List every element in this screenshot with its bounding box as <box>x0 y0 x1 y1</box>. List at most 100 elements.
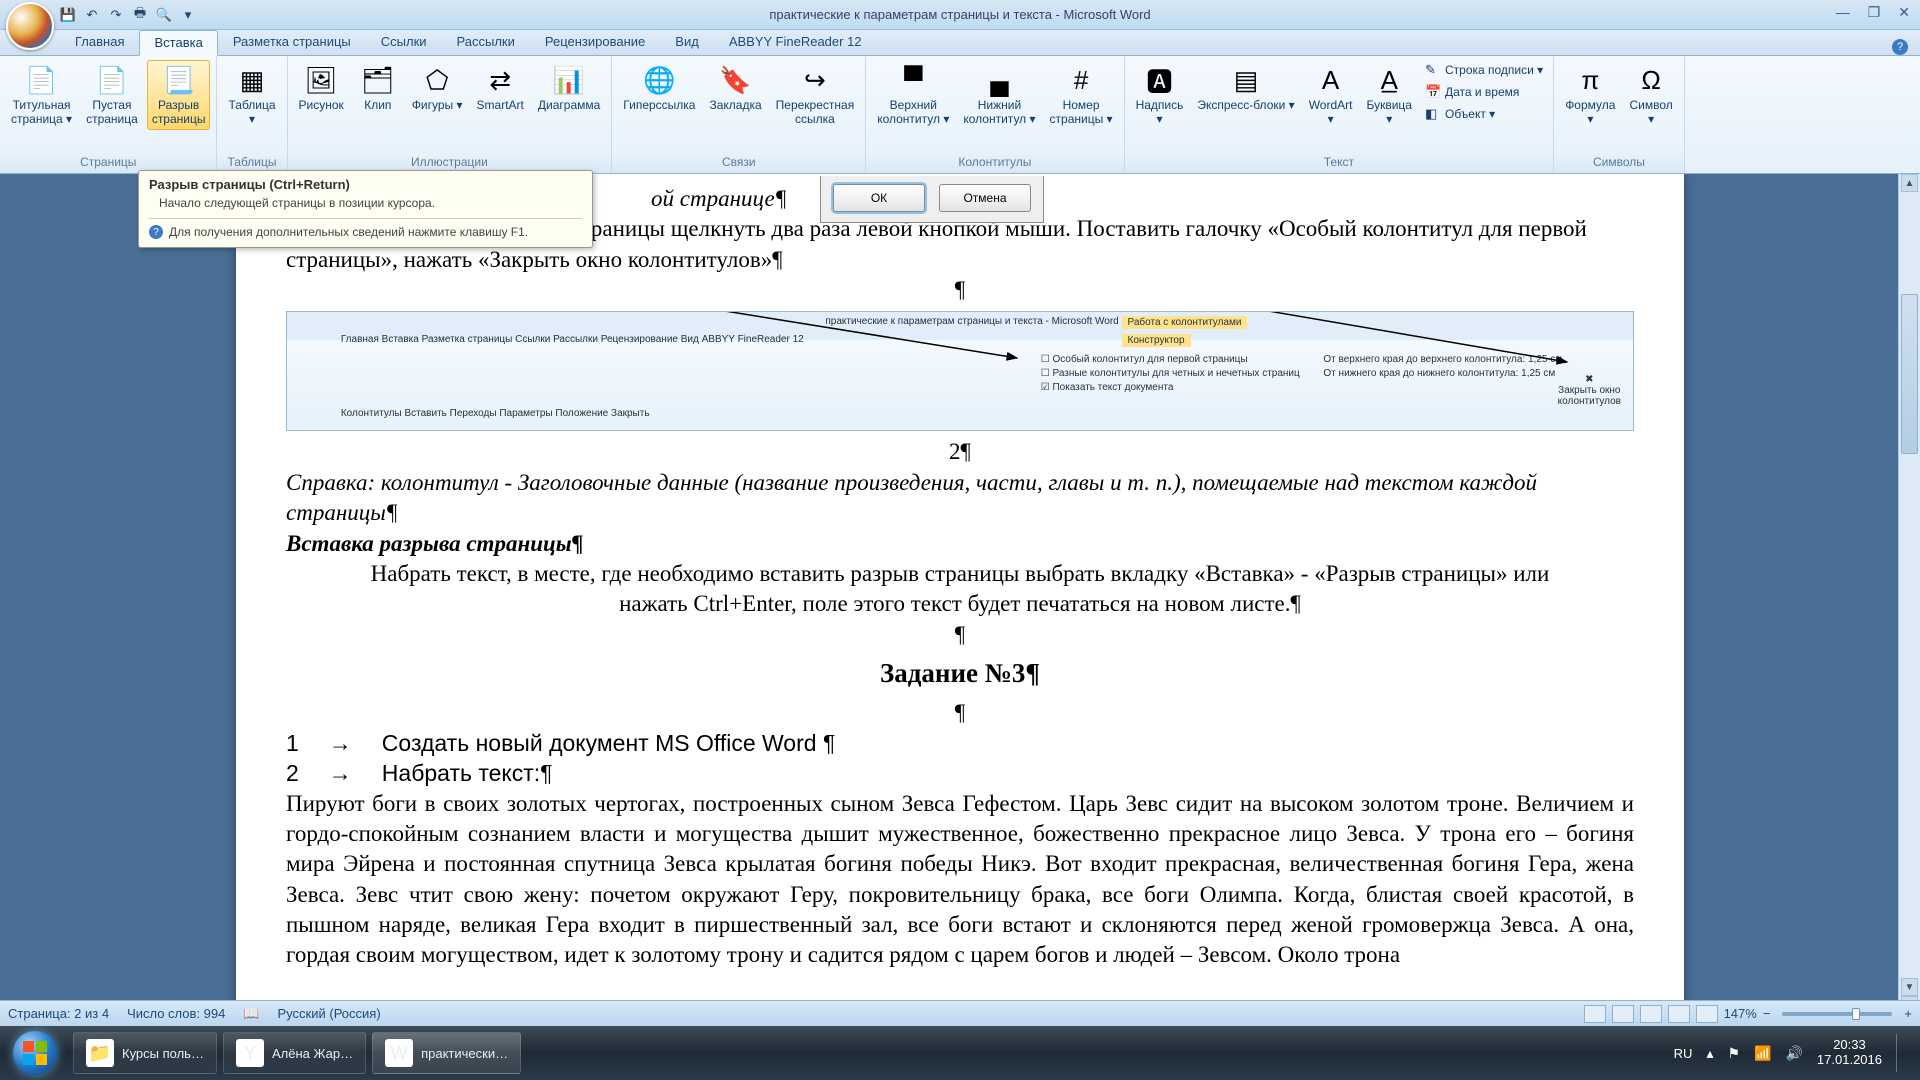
document-area: ой странице¶ Вставить номер – по номеру … <box>0 174 1898 1050</box>
maximize-button[interactable]: ❐ <box>1864 4 1885 21</box>
chart-button[interactable]: 📊Диаграмма <box>533 60 605 116</box>
picture-button[interactable]: 🖼Рисунок <box>294 60 349 116</box>
statusbar: Страница: 2 из 4 Число слов: 994 📖 Русск… <box>0 1000 1920 1026</box>
tab-home[interactable]: Главная <box>60 29 139 55</box>
scroll-down-icon[interactable]: ▼ <box>1901 978 1918 996</box>
page-number-icon: # <box>1064 63 1098 97</box>
save-icon[interactable]: 💾 <box>60 7 76 23</box>
textbox-button[interactable]: 🅰Надпись ▾ <box>1131 60 1189 130</box>
bookmark-icon: 🔖 <box>719 63 753 97</box>
ok-button[interactable]: ОК <box>833 184 925 212</box>
footer-button[interactable]: ▄Нижний колонтитул ▾ <box>958 60 1040 130</box>
tooltip-help: ? Для получения дополнительных сведений … <box>149 218 582 239</box>
scroll-up-icon[interactable]: ▲ <box>1901 174 1918 192</box>
document-page[interactable]: ой странице¶ Вставить номер – по номеру … <box>236 174 1684 1050</box>
titlebar: 💾 ↶ ↷ 🖶 🔍 ▾ практические к параметрам ст… <box>0 0 1920 30</box>
doc-heading-task: Задание №3¶ <box>286 656 1634 692</box>
explorer-task[interactable]: 📁Курсы поль… <box>73 1032 217 1074</box>
tray-flag-icon[interactable]: ⚑ <box>1727 1045 1740 1062</box>
tray-volume-icon[interactable]: 🔊 <box>1785 1045 1802 1062</box>
view-draft-button[interactable] <box>1696 1005 1718 1023</box>
textbox-icon: 🅰 <box>1142 63 1176 97</box>
page-number-button[interactable]: #Номер страницы ▾ <box>1045 60 1118 130</box>
tab-view[interactable]: Вид <box>660 29 714 55</box>
signature-line-icon: ✎ <box>1425 62 1441 78</box>
date-time-button[interactable]: 📅Дата и время <box>1421 82 1547 102</box>
group-label: Связи <box>612 153 865 173</box>
tab-insert[interactable]: Вставка <box>139 30 217 56</box>
status-words[interactable]: Число слов: 994 <box>127 1006 225 1021</box>
zoom-level[interactable]: 147% <box>1724 1006 1757 1021</box>
quick-access-toolbar: 💾 ↶ ↷ 🖶 🔍 ▾ <box>60 7 196 23</box>
word-task[interactable]: Wпрактически… <box>372 1032 521 1074</box>
signature-line-button[interactable]: ✎Строка подписи ▾ <box>1421 60 1547 80</box>
cancel-button[interactable]: Отмена <box>939 184 1031 212</box>
show-desktop-button[interactable] <box>1896 1034 1906 1072</box>
object-button[interactable]: ◧Объект ▾ <box>1421 104 1547 124</box>
tray-lang[interactable]: RU <box>1674 1046 1693 1061</box>
taskbar: 📁Курсы поль…YАлёна Жар…Wпрактически… RU … <box>0 1026 1920 1080</box>
clip-button[interactable]: 🗂Клип <box>353 60 403 116</box>
wordart-button[interactable]: AWordArt ▾ <box>1304 60 1358 130</box>
tab-review[interactable]: Рецензирование <box>530 29 660 55</box>
qat-more-icon[interactable]: ▾ <box>180 7 196 23</box>
scroll-thumb[interactable] <box>1901 294 1918 454</box>
zoom-out-button[interactable]: − <box>1763 1006 1771 1021</box>
explorer-task-icon: 📁 <box>86 1039 114 1067</box>
view-print-layout-button[interactable] <box>1584 1005 1606 1023</box>
table-button[interactable]: ▦Таблица ▾ <box>223 60 280 130</box>
page-break-icon: 📃 <box>162 63 196 97</box>
status-language[interactable]: Русский (Россия) <box>278 1006 381 1021</box>
shapes-icon: ⬠ <box>420 63 454 97</box>
footer-icon: ▄ <box>982 63 1016 97</box>
view-fullscreen-button[interactable] <box>1612 1005 1634 1023</box>
pilcrow2: ¶ <box>286 620 1634 650</box>
office-button[interactable] <box>6 2 54 50</box>
view-outline-button[interactable] <box>1668 1005 1690 1023</box>
window-controls: — ❐ ✕ <box>1832 4 1914 21</box>
hyperlink-button[interactable]: 🌐Гиперссылка <box>618 60 700 116</box>
dropcap-button[interactable]: A̲Буквица ▾ <box>1361 60 1417 130</box>
start-button[interactable] <box>0 1026 70 1080</box>
tray-clock[interactable]: 20:3317.01.2016 <box>1817 1038 1882 1068</box>
word-task-icon: W <box>385 1039 413 1067</box>
quickparts-button[interactable]: ▤Экспресс-блоки ▾ <box>1192 60 1299 116</box>
doc-fragment: ой странице¶ <box>606 184 1634 214</box>
tab-mailings[interactable]: Рассылки <box>442 29 530 55</box>
tab-abbyy[interactable]: ABBYY FineReader 12 <box>714 29 877 55</box>
symbol-button[interactable]: ΩСимвол ▾ <box>1624 60 1677 130</box>
blank-page-button[interactable]: 📄Пустая страница <box>81 60 143 130</box>
view-web-button[interactable] <box>1640 1005 1662 1023</box>
zoom-in-button[interactable]: + <box>1904 1006 1912 1021</box>
group-label: Колонтитулы <box>866 153 1123 173</box>
title-page-icon: 📄 <box>25 63 59 97</box>
redo-icon[interactable]: ↷ <box>108 7 124 23</box>
crossref-button[interactable]: ↪Перекрестная ссылка <box>771 60 860 130</box>
browser-task[interactable]: YАлёна Жар… <box>223 1032 366 1074</box>
zoom-slider[interactable] <box>1782 1012 1892 1016</box>
equation-button[interactable]: πФормула ▾ <box>1560 60 1620 130</box>
help-icon[interactable]: ? <box>1892 39 1908 55</box>
shapes-button[interactable]: ⬠Фигуры ▾ <box>407 60 468 116</box>
status-page[interactable]: Страница: 2 из 4 <box>8 1006 109 1021</box>
dialog-buttons: ОК Отмена <box>820 176 1044 223</box>
tab-references[interactable]: Ссылки <box>366 29 442 55</box>
smartart-button[interactable]: ⇄SmartArt <box>472 60 529 116</box>
close-button[interactable]: ✕ <box>1894 4 1914 21</box>
tab-page-layout[interactable]: Разметка страницы <box>218 29 366 55</box>
header-button[interactable]: ▀Верхний колонтитул ▾ <box>872 60 954 130</box>
print-preview-icon[interactable]: 🔍 <box>156 7 172 23</box>
page-break-button[interactable]: 📃Разрыв страницы <box>147 60 211 130</box>
minimize-button[interactable]: — <box>1832 4 1854 21</box>
quick-print-icon[interactable]: 🖶 <box>132 7 148 23</box>
picture-icon: 🖼 <box>304 63 338 97</box>
tray-network-icon[interactable]: 📶 <box>1754 1045 1771 1062</box>
tray-chevron-icon[interactable]: ▴ <box>1706 1045 1713 1062</box>
browser-task-icon: Y <box>236 1039 264 1067</box>
object-icon: ◧ <box>1425 106 1441 122</box>
undo-icon[interactable]: ↶ <box>84 7 100 23</box>
vertical-scrollbar[interactable]: ▲ ▼ ▴ ◦ ▾ <box>1898 174 1920 1050</box>
title-page-button[interactable]: 📄Титульная страница ▾ <box>6 60 77 130</box>
bookmark-button[interactable]: 🔖Закладка <box>704 60 766 116</box>
status-proofing-icon[interactable]: 📖 <box>243 1006 259 1022</box>
